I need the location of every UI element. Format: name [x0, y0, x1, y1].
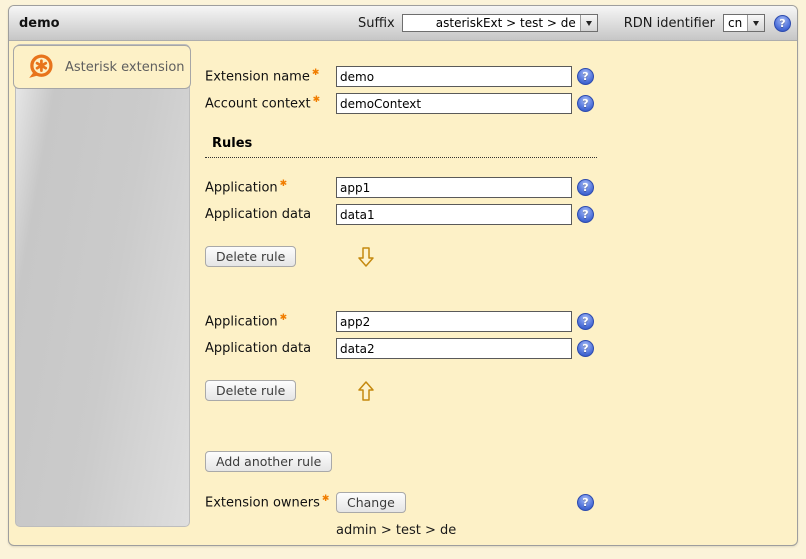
application-data-label: Application data	[205, 341, 336, 356]
application-data-input[interactable]	[336, 204, 572, 225]
dropdown-arrow-icon[interactable]	[580, 15, 597, 31]
required-asterisk-icon: ✱	[312, 68, 320, 78]
form-content: Extension name✱ ? Account context✱ ? Rul…	[205, 40, 597, 538]
required-asterisk-icon: ✱	[280, 313, 288, 323]
account-context-row: Account context✱ ?	[205, 90, 597, 117]
rdn-identifier-label: RDN identifier	[624, 16, 715, 31]
add-rule-row: Add another rule	[205, 451, 597, 472]
rule-actions-row: Delete rule	[205, 380, 597, 401]
delete-rule-button[interactable]: Delete rule	[205, 246, 296, 267]
help-icon[interactable]: ?	[577, 340, 594, 357]
suffix-label: Suffix	[358, 16, 395, 31]
asterisk-logo-icon	[25, 53, 56, 82]
help-icon[interactable]: ?	[577, 494, 594, 511]
help-icon[interactable]: ?	[577, 313, 594, 330]
application-label: Application✱	[205, 313, 336, 329]
extension-name-label: Extension name✱	[205, 68, 336, 84]
rule-block: Application✱ ? Application data ? Delete…	[205, 174, 597, 267]
help-icon[interactable]: ?	[577, 179, 594, 196]
tab-label: Asterisk extension	[65, 60, 185, 75]
account-context-input[interactable]	[336, 93, 572, 114]
rdn-identifier-select[interactable]: cn	[723, 14, 765, 32]
required-asterisk-icon: ✱	[280, 179, 288, 189]
suffix-select-value: asteriskExt > test > de	[403, 15, 580, 31]
extension-owners-label: Extension owners✱	[205, 494, 336, 510]
rules-section-title: Rules	[205, 136, 597, 158]
application-row: Application✱ ?	[205, 174, 597, 201]
extension-name-row: Extension name✱ ?	[205, 63, 597, 90]
rule-actions-row: Delete rule	[205, 246, 597, 267]
add-another-rule-button[interactable]: Add another rule	[205, 451, 332, 472]
change-owners-button[interactable]: Change	[336, 492, 406, 513]
titlebar: demo Suffix asteriskExt > test > de RDN …	[9, 6, 797, 41]
application-data-label: Application data	[205, 207, 336, 222]
required-asterisk-icon: ✱	[313, 95, 321, 105]
application-data-input[interactable]	[336, 338, 572, 359]
extension-owners-value: admin > test > de	[336, 523, 597, 538]
account-editor-window: demo Suffix asteriskExt > test > de RDN …	[8, 5, 798, 546]
tab-asterisk-extension[interactable]: Asterisk extension	[13, 45, 191, 89]
required-asterisk-icon: ✱	[322, 494, 330, 504]
help-icon[interactable]: ?	[577, 206, 594, 223]
application-data-row: Application data ?	[205, 201, 597, 228]
delete-rule-button[interactable]: Delete rule	[205, 380, 296, 401]
move-down-icon[interactable]	[358, 246, 374, 268]
application-label: Application✱	[205, 179, 336, 195]
extension-owners-row: Extension owners✱ Change ?	[205, 490, 597, 514]
move-up-icon[interactable]	[358, 380, 374, 402]
suffix-select[interactable]: asteriskExt > test > de	[402, 14, 598, 32]
account-context-label: Account context✱	[205, 95, 336, 111]
extension-name-input[interactable]	[336, 66, 572, 87]
module-sidebar	[15, 44, 190, 527]
page-title: demo	[19, 16, 60, 31]
rule-block: Application✱ ? Application data ? Delete…	[205, 308, 597, 401]
application-data-row: Application data ?	[205, 335, 597, 362]
help-icon[interactable]: ?	[774, 15, 791, 32]
rdn-select-value: cn	[724, 15, 747, 31]
titlebar-controls: Suffix asteriskExt > test > de RDN ident…	[358, 14, 797, 32]
application-input[interactable]	[336, 311, 572, 332]
dropdown-arrow-icon[interactable]	[747, 15, 764, 31]
application-input[interactable]	[336, 177, 572, 198]
help-icon[interactable]: ?	[577, 68, 594, 85]
help-icon[interactable]: ?	[577, 95, 594, 112]
application-row: Application✱ ?	[205, 308, 597, 335]
